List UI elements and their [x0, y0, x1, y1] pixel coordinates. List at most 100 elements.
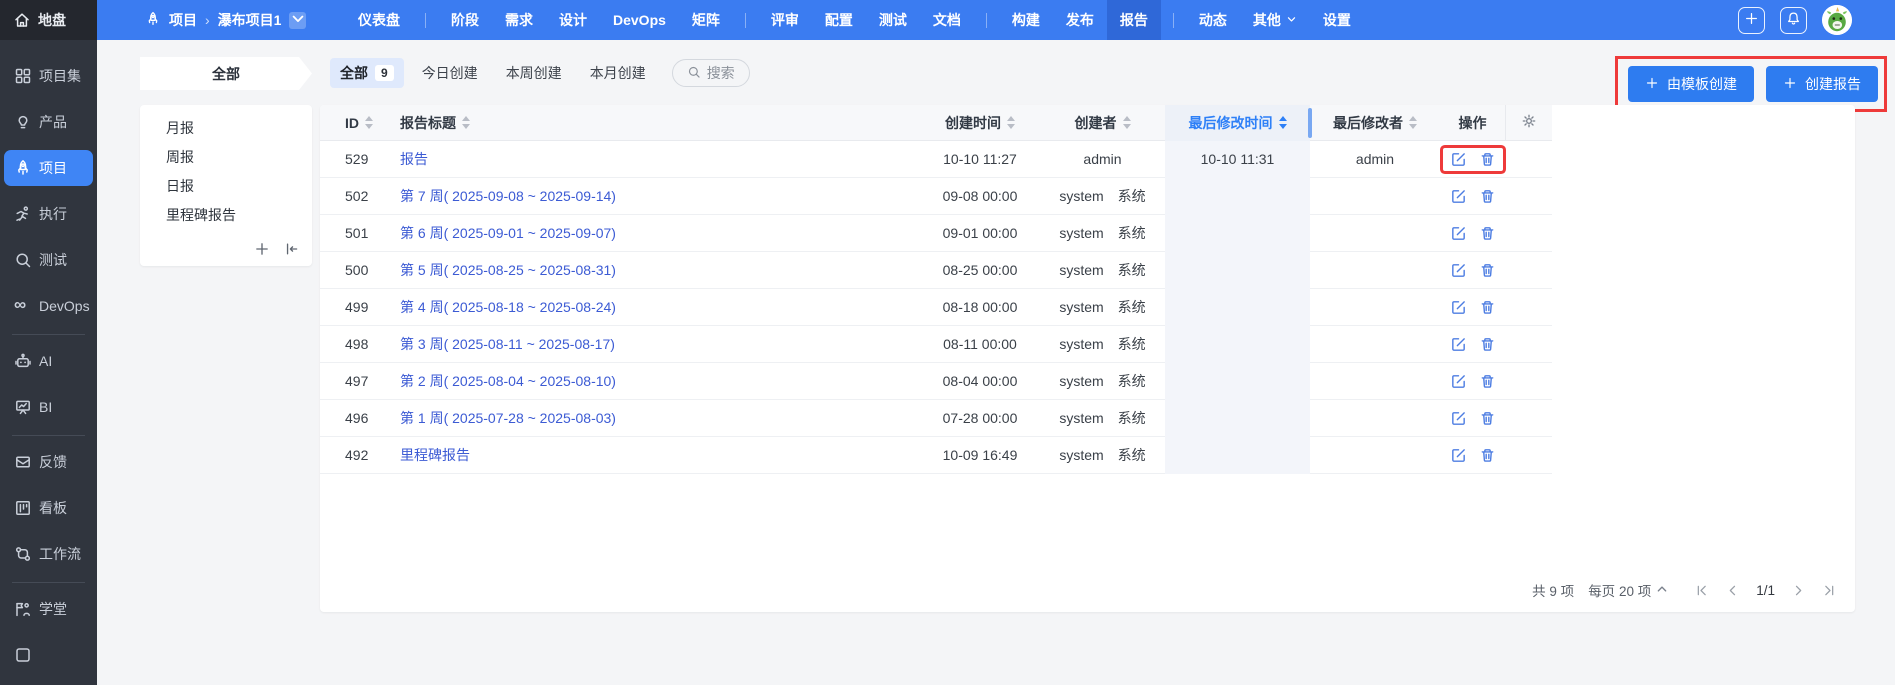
sidebar-item-5[interactable]: ∞DevOps: [4, 288, 93, 324]
sort-icon[interactable]: [365, 116, 373, 129]
nav-item-2[interactable]: 需求: [492, 0, 546, 40]
nav-item-13[interactable]: 动态: [1186, 0, 1240, 40]
report-title-link[interactable]: 第 5 周( 2025-08-25 ~ 2025-08-31): [400, 260, 616, 280]
edit-report-button[interactable]: [1450, 410, 1467, 427]
nav-item-10[interactable]: 构建: [999, 0, 1053, 40]
column-label: 创建者: [1075, 113, 1117, 133]
sort-icon[interactable]: [462, 116, 470, 129]
nav-item-3[interactable]: 设计: [546, 0, 600, 40]
sidebar-item-8[interactable]: 反馈: [4, 444, 93, 480]
first-page-button[interactable]: [1694, 583, 1709, 598]
collapse-panel-button[interactable]: [284, 241, 300, 257]
sidebar-item-1[interactable]: 产品: [4, 104, 93, 140]
nav-item-5[interactable]: 矩阵: [679, 0, 733, 40]
create-global-button[interactable]: [1738, 7, 1765, 34]
nav-item-11[interactable]: 发布: [1053, 0, 1107, 40]
nav-item-7[interactable]: 配置: [812, 0, 866, 40]
sidebar-item-11[interactable]: 学堂: [4, 591, 93, 627]
report-type-item-0[interactable]: 月报: [140, 114, 312, 143]
create-report-button[interactable]: 创建报告: [1766, 66, 1878, 102]
search-input[interactable]: 搜索: [672, 59, 750, 87]
edit-report-button[interactable]: [1450, 151, 1467, 168]
column-header-created[interactable]: 创建时间: [920, 105, 1040, 141]
edit-report-button[interactable]: [1450, 188, 1467, 205]
delete-report-button[interactable]: [1479, 447, 1496, 464]
sort-icon[interactable]: [1409, 116, 1417, 129]
edit-report-button[interactable]: [1450, 225, 1467, 242]
report-title-link[interactable]: 第 1 周( 2025-07-28 ~ 2025-08-03): [400, 408, 616, 428]
per-page-selector[interactable]: 每页 20 项: [1588, 580, 1668, 600]
nav-item-15[interactable]: 设置: [1310, 0, 1364, 40]
report-title-link[interactable]: 第 7 周( 2025-09-08 ~ 2025-09-14): [400, 186, 616, 206]
project-switcher-button[interactable]: [289, 12, 306, 29]
sidebar-item-0[interactable]: 项目集: [4, 58, 93, 94]
cell-id: 497: [320, 363, 375, 400]
tab-3[interactable]: 本月创建: [580, 58, 656, 88]
nav-item-1[interactable]: 阶段: [438, 0, 492, 40]
edit-report-button[interactable]: [1450, 373, 1467, 390]
last-page-button[interactable]: [1822, 583, 1837, 598]
breadcrumb[interactable]: 项目 › 瀑布项目1: [145, 10, 306, 30]
column-header-modified[interactable]: 最后修改时间: [1165, 105, 1310, 141]
edit-report-button[interactable]: [1450, 262, 1467, 279]
report-type-item-3[interactable]: 里程碑报告: [140, 201, 312, 230]
delete-report-button[interactable]: [1479, 336, 1496, 353]
nav-item-14[interactable]: 其他: [1240, 0, 1310, 40]
edit-report-button[interactable]: [1450, 447, 1467, 464]
create-from-template-button[interactable]: 由模板创建: [1628, 66, 1754, 102]
sort-icon[interactable]: [1279, 116, 1287, 129]
sidebar-item-partial[interactable]: [4, 637, 93, 673]
table-row-500: 500第 5 周( 2025-08-25 ~ 2025-08-31)08-25 …: [320, 252, 1552, 289]
sidebar-item-10[interactable]: 工作流: [4, 536, 93, 572]
prev-page-button[interactable]: [1725, 583, 1740, 598]
notifications-button[interactable]: [1780, 7, 1807, 34]
report-title-link[interactable]: 第 2 周( 2025-08-04 ~ 2025-08-10): [400, 371, 616, 391]
sidebar-item-9[interactable]: 看板: [4, 490, 93, 526]
edit-report-button[interactable]: [1450, 299, 1467, 316]
nav-item-4[interactable]: DevOps: [600, 0, 679, 40]
column-header-creator[interactable]: 创建者: [1040, 105, 1165, 141]
tab-2[interactable]: 本周创建: [496, 58, 572, 88]
nav-item-12[interactable]: 报告: [1107, 0, 1161, 40]
cell-title: 第 4 周( 2025-08-18 ~ 2025-08-24): [375, 289, 920, 326]
tab-1[interactable]: 今日创建: [412, 58, 488, 88]
add-category-button[interactable]: [254, 241, 270, 257]
report-title-link[interactable]: 第 4 周( 2025-08-18 ~ 2025-08-24): [400, 297, 616, 317]
nav-item-label: 设置: [1323, 10, 1351, 30]
sidebar-item-home[interactable]: 地盘: [0, 0, 97, 40]
nav-item-6[interactable]: 评审: [758, 0, 812, 40]
nav-item-8[interactable]: 测试: [866, 0, 920, 40]
nav-item-0[interactable]: 仪表盘: [345, 0, 413, 40]
sidebar-item-4[interactable]: 测试: [4, 242, 93, 278]
report-title-link[interactable]: 里程碑报告: [400, 445, 470, 465]
edit-report-button[interactable]: [1450, 336, 1467, 353]
delete-report-button[interactable]: [1479, 410, 1496, 427]
delete-report-button[interactable]: [1479, 151, 1496, 168]
sidebar-item-2[interactable]: 项目: [4, 150, 93, 186]
report-type-item-2[interactable]: 日报: [140, 172, 312, 201]
report-title-link[interactable]: 报告: [400, 149, 428, 169]
sort-icon[interactable]: [1123, 116, 1131, 129]
delete-report-button[interactable]: [1479, 299, 1496, 316]
sidebar-item-6[interactable]: AI: [4, 343, 93, 379]
delete-report-button[interactable]: [1479, 188, 1496, 205]
nav-item-9[interactable]: 文档: [920, 0, 974, 40]
column-header-title[interactable]: 报告标题: [375, 105, 920, 141]
sort-icon[interactable]: [1007, 116, 1015, 129]
report-type-item-1[interactable]: 周报: [140, 143, 312, 172]
report-title-link[interactable]: 第 6 周( 2025-09-01 ~ 2025-09-07): [400, 223, 616, 243]
delete-report-button[interactable]: [1479, 225, 1496, 242]
next-page-button[interactable]: [1791, 583, 1806, 598]
tab-0[interactable]: 全部9: [330, 58, 404, 88]
sidebar-item-3[interactable]: 执行: [4, 196, 93, 232]
column-header-modifier[interactable]: 最后修改者: [1310, 105, 1440, 141]
report-title-link[interactable]: 第 3 周( 2025-08-11 ~ 2025-08-17): [400, 334, 615, 354]
column-header-id[interactable]: ID: [320, 105, 375, 141]
delete-report-button[interactable]: [1479, 262, 1496, 279]
user-avatar[interactable]: [1822, 5, 1852, 35]
sidebar-item-label: 执行: [39, 204, 67, 224]
category-selector[interactable]: 全部: [140, 57, 312, 90]
table-settings-button[interactable]: [1505, 105, 1552, 141]
delete-report-button[interactable]: [1479, 373, 1496, 390]
sidebar-item-7[interactable]: BI: [4, 389, 93, 425]
